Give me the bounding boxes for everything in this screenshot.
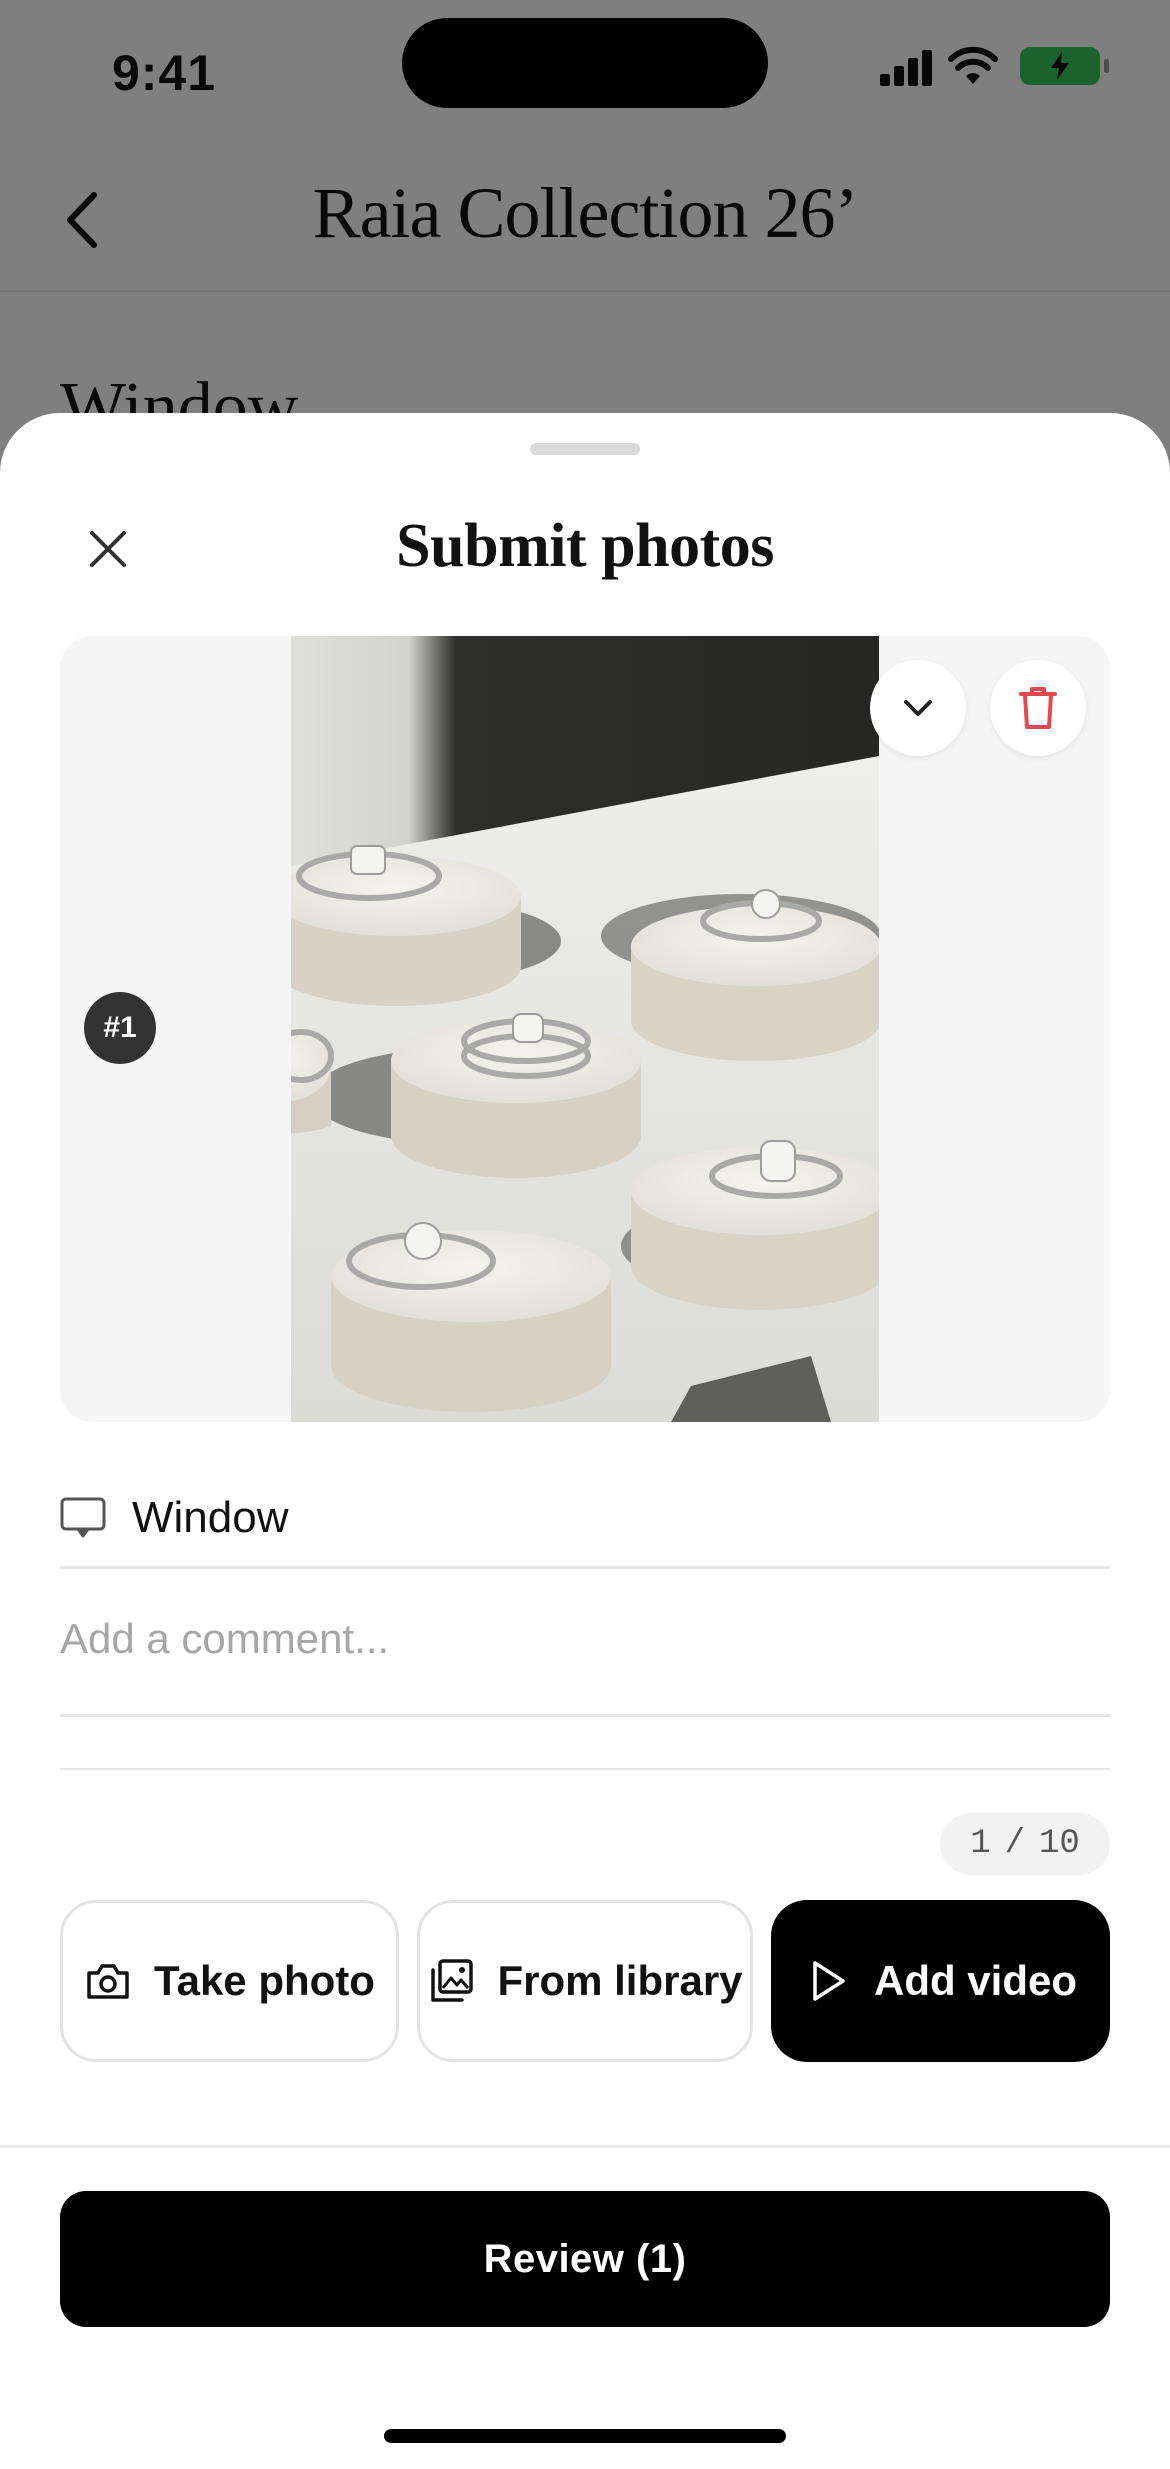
- counter-max: 10: [1039, 1825, 1080, 1863]
- delete-photo-button[interactable]: [990, 660, 1086, 756]
- counter-separator: /: [1004, 1825, 1025, 1863]
- rings-photo[interactable]: [291, 636, 879, 1422]
- media-preview-card: #1: [60, 636, 1110, 1422]
- trash-icon: [1019, 687, 1057, 729]
- review-button[interactable]: Review (1): [60, 2191, 1110, 2327]
- collapse-button[interactable]: [870, 660, 966, 756]
- divider: [60, 1768, 1110, 1770]
- sheet-title: Submit photos: [396, 512, 774, 580]
- location-row[interactable]: Window: [60, 1473, 1110, 1569]
- display-icon: [60, 1497, 106, 1538]
- comment-input[interactable]: [60, 1609, 1110, 1669]
- home-indicator[interactable]: [384, 2429, 786, 2443]
- from-library-button[interactable]: From library: [417, 1900, 753, 2062]
- camera-icon: [84, 1957, 132, 2005]
- take-photo-button[interactable]: Take photo: [60, 1900, 399, 2062]
- add-video-button[interactable]: Add video: [771, 1900, 1110, 2062]
- play-icon: [804, 1957, 852, 2005]
- chevron-down-icon: [904, 700, 932, 716]
- divider: [0, 2145, 1170, 2148]
- from-library-label: From library: [497, 1957, 743, 2004]
- comment-row: [60, 1569, 1110, 1717]
- add-video-label: Add video: [873, 1957, 1077, 2004]
- photo-library-icon: [427, 1957, 475, 2005]
- sheet-grabber[interactable]: [530, 443, 640, 455]
- take-photo-label: Take photo: [154, 1957, 375, 2004]
- submit-photos-sheet: Submit photos #1 Window Add a comment...…: [0, 413, 1170, 2469]
- photo-index-badge: #1: [84, 992, 156, 1064]
- rings-photo-image: [291, 636, 879, 1422]
- location-label: Window: [132, 1493, 289, 1542]
- counter-current: 1: [970, 1825, 991, 1863]
- photo-counter: 1 / 10: [940, 1813, 1110, 1875]
